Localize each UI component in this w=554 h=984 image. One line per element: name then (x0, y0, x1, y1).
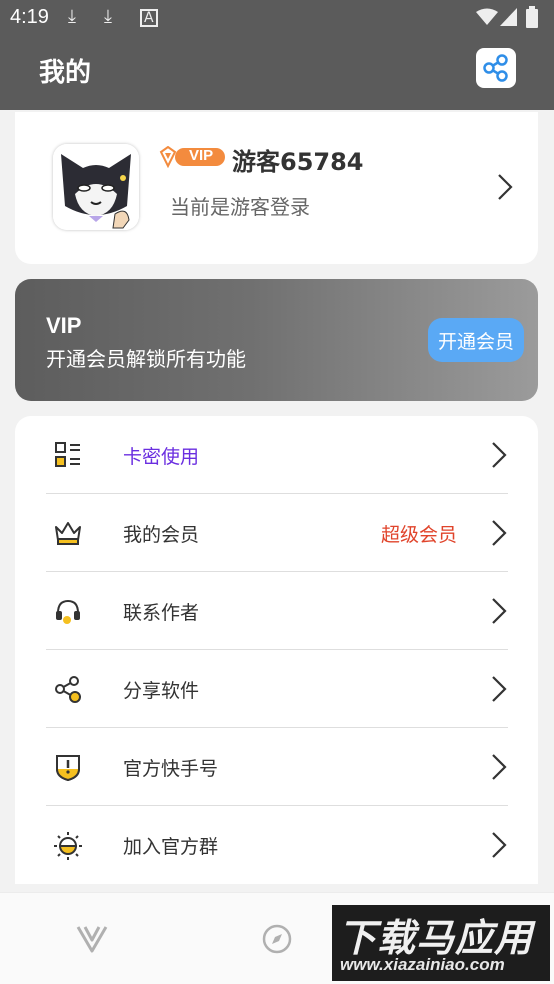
v-logo-icon (76, 926, 108, 953)
chevron-right-icon (492, 598, 507, 624)
username: 游客65784 (232, 148, 364, 176)
chevron-right-icon (492, 676, 507, 702)
vip-subtitle: 开通会员解锁所有功能 (46, 347, 246, 371)
menu-item-label: 加入官方群 (123, 836, 219, 858)
share-icon (483, 54, 508, 82)
login-status: 当前是游客登录 (170, 195, 310, 219)
chevron-right-icon (498, 174, 513, 200)
menu-item-label: 卡密使用 (123, 446, 200, 468)
menu-item-label: 分享软件 (123, 680, 200, 702)
watermark-title: 下载马应用 (338, 916, 534, 960)
menu-item-redeem-code[interactable]: 卡密使用 (15, 416, 538, 494)
vip-title: VIP (46, 313, 82, 338)
open-vip-button[interactable]: 开通会员 (428, 318, 524, 362)
chevron-right-icon (492, 442, 507, 468)
download-icon: ⤓ (104, 6, 112, 27)
page-title: 我的 (39, 58, 92, 88)
watermark-url: www.xiazainiao.com (340, 955, 505, 974)
qr-card-icon (55, 442, 80, 467)
menu-item-official-kuaishou[interactable]: 官方快手号 (15, 728, 538, 806)
wifi-icon (476, 8, 498, 25)
membership-value: 超级会员 (381, 524, 458, 546)
vip-badge-label: VIP (189, 147, 214, 164)
sun-icon (54, 832, 82, 860)
status-time: 4:19 (10, 6, 49, 28)
share-button[interactable] (476, 48, 516, 88)
cat-avatar-icon (53, 144, 139, 230)
menu-item-label: 官方快手号 (123, 758, 219, 780)
avatar[interactable] (53, 144, 139, 230)
status-bar: 4:19 ⤓ ⤓ A (0, 0, 554, 36)
headset-icon (56, 599, 80, 624)
app-bar: 我的 (0, 36, 554, 110)
chevron-right-icon (492, 754, 507, 780)
menu-list: 卡密使用 我的会员 超级会员 联系作者 分享软件 官方快手号 加入官方群 (15, 416, 538, 884)
chevron-right-icon (492, 832, 507, 858)
menu-item-label: 联系作者 (123, 602, 200, 624)
tab-home[interactable] (72, 919, 112, 959)
vip-banner: VIP 开通会员解锁所有功能 开通会员 (15, 279, 538, 401)
profile-card[interactable]: VIP 游客65784 当前是游客登录 (15, 112, 538, 264)
signal-icon (500, 8, 517, 26)
battery-icon (526, 6, 538, 28)
menu-item-label: 我的会员 (123, 524, 200, 546)
menu-item-join-group[interactable]: 加入官方群 (15, 806, 538, 884)
crown-icon (55, 522, 81, 545)
keyboard-icon: A (140, 9, 158, 27)
menu-item-my-membership[interactable]: 我的会员 超级会员 (15, 494, 538, 572)
compass-icon (262, 924, 292, 954)
share-nodes-icon (55, 676, 81, 703)
tab-discover[interactable] (257, 919, 297, 959)
shield-alert-icon (56, 755, 80, 782)
download-icon: ⤓ (68, 6, 76, 27)
menu-item-contact-author[interactable]: 联系作者 (15, 572, 538, 650)
menu-item-share-app[interactable]: 分享软件 (15, 650, 538, 728)
chevron-right-icon (492, 520, 507, 546)
watermark-logo: 下载马应用 www.xiazainiao.com (332, 905, 550, 981)
